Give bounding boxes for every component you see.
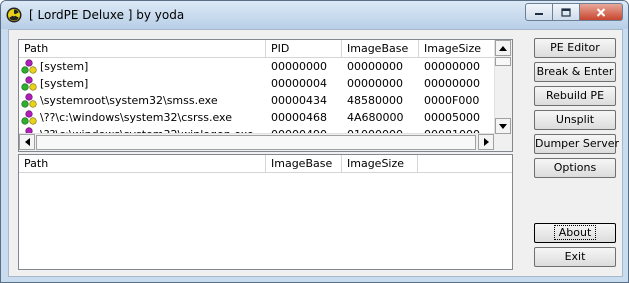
table-row[interactable]: [system] 00000000 00000000 00000000 <box>19 58 495 75</box>
pe-editor-button[interactable]: PE Editor <box>534 38 616 58</box>
about-button-label: About <box>553 225 597 240</box>
process-list-hscrollbar[interactable] <box>19 133 495 151</box>
table-row[interactable]: \??\c:\windows\system32\csrss.exe 0000046… <box>19 109 495 126</box>
maximize-button[interactable] <box>553 3 580 21</box>
process-icon <box>21 76 37 91</box>
module-list[interactable]: Path ImageBase ImageSize <box>18 154 513 270</box>
process-list[interactable]: Path PID ImageBase ImageSize [system] 000… <box>18 39 513 152</box>
about-button[interactable]: About <box>534 223 616 243</box>
cell-imagebase: 4A680000 <box>347 111 404 124</box>
cell-pid: 00000434 <box>271 94 327 107</box>
break-enter-button[interactable]: Break & Enter <box>534 62 616 82</box>
close-icon <box>596 7 606 17</box>
cell-imagesize: 00005000 <box>424 111 480 124</box>
column-header-imagebase[interactable]: ImageBase <box>266 155 342 172</box>
cell-imagebase: 00000000 <box>347 60 403 73</box>
close-button[interactable] <box>580 3 623 21</box>
cell-pid: 00000004 <box>271 77 327 90</box>
maximize-icon <box>561 7 571 17</box>
arrow-up-icon <box>499 45 507 51</box>
rebuild-pe-button[interactable]: Rebuild PE <box>534 86 616 106</box>
scroll-up-button[interactable] <box>495 40 511 56</box>
column-header-pid[interactable]: PID <box>266 40 342 57</box>
column-header-imagebase[interactable]: ImageBase <box>342 40 419 57</box>
cell-imagebase: 00000000 <box>347 77 403 90</box>
dumper-server-button[interactable]: Dumper Server <box>534 134 619 154</box>
arrow-left-icon <box>24 138 30 146</box>
column-header-path[interactable]: Path <box>19 40 266 57</box>
cell-pid: 00000000 <box>271 60 327 73</box>
window-title: [ LordPE Deluxe ] by yoda <box>29 8 185 22</box>
vscroll-thumb[interactable] <box>495 57 511 66</box>
arrow-right-icon <box>483 138 489 146</box>
scroll-left-button[interactable] <box>19 134 35 150</box>
client-area: Path PID ImageBase ImageSize [system] 000… <box>8 29 623 277</box>
scroll-down-button[interactable] <box>495 118 511 134</box>
module-list-header: Path ImageBase ImageSize <box>19 155 512 173</box>
exit-button[interactable]: Exit <box>534 247 616 267</box>
cell-imagesize: 00000000 <box>424 77 480 90</box>
table-row[interactable]: [system] 00000004 00000000 00000000 <box>19 75 495 92</box>
cell-path: \??\c:\windows\system32\csrss.exe <box>40 111 232 124</box>
cell-path: [system] <box>40 60 89 73</box>
title-bar[interactable]: [ LordPE Deluxe ] by yoda <box>1 1 628 29</box>
cell-imagesize: 0000F000 <box>424 94 480 107</box>
process-rows: [system] 00000000 00000000 00000000 [system]… <box>19 58 495 143</box>
app-icon <box>6 7 22 23</box>
cell-path: \systemroot\system32\smss.exe <box>40 94 218 107</box>
hscroll-thumb[interactable] <box>36 135 476 150</box>
column-header-imagesize[interactable]: ImageSize <box>342 155 418 172</box>
process-icon <box>21 59 37 74</box>
scroll-corner <box>495 134 512 151</box>
unsplit-button[interactable]: Unsplit <box>534 110 616 130</box>
minimize-button[interactable] <box>525 3 553 21</box>
process-list-vscrollbar[interactable] <box>494 40 512 134</box>
cell-pid: 00000468 <box>271 111 327 124</box>
column-header-path[interactable]: Path <box>19 155 266 172</box>
cell-path: [system] <box>40 77 89 90</box>
process-icon <box>21 93 37 108</box>
cell-imagebase: 48580000 <box>347 94 403 107</box>
arrow-down-icon <box>499 123 507 129</box>
options-button[interactable]: Options <box>534 158 616 178</box>
cell-imagesize: 00000000 <box>424 60 480 73</box>
scroll-right-button[interactable] <box>478 134 494 150</box>
process-list-header: Path PID ImageBase ImageSize <box>19 40 512 58</box>
caption-buttons <box>525 3 623 21</box>
process-icon <box>21 110 37 125</box>
column-header-imagesize[interactable]: ImageSize <box>419 40 495 57</box>
minimize-icon <box>535 13 543 15</box>
lordpe-window: [ LordPE Deluxe ] by yoda Path PID Image… <box>0 0 629 283</box>
table-row[interactable]: \systemroot\system32\smss.exe 00000434 485… <box>19 92 495 109</box>
